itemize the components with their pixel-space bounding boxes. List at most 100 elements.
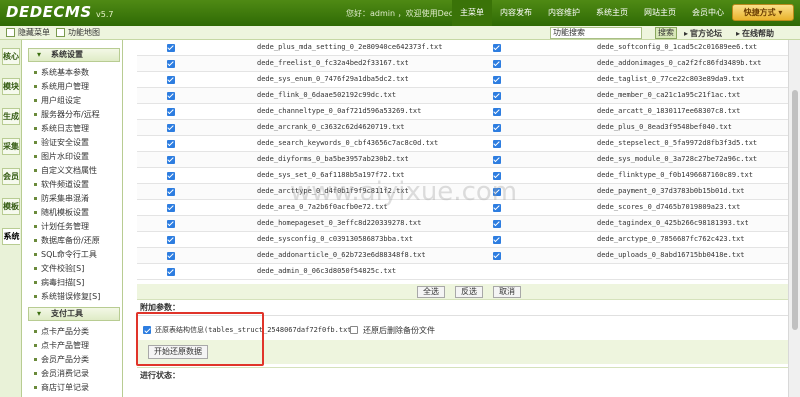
tab-template[interactable]: 模板	[2, 198, 20, 215]
file-name: dede_addonarticle_0_62b723e6d88348f8.txt	[257, 251, 426, 259]
nav-member-center[interactable]: 会员中心	[684, 0, 732, 26]
file-name: dede_area_0_7a2b6f0acfb0e72.txt	[257, 203, 388, 211]
file-checkbox[interactable]	[493, 124, 501, 132]
menu-item[interactable]: 点卡产品管理	[34, 340, 89, 351]
file-checkbox[interactable]	[167, 172, 175, 180]
file-checkbox[interactable]	[493, 92, 501, 100]
file-name: dede_uploads_0_8abd16715bb0418e.txt	[597, 251, 745, 259]
file-name: dede_sysconfig_0_c039130586873bba.txt	[257, 235, 413, 243]
collapse-icon: ▾	[37, 50, 42, 59]
file-checkbox[interactable]	[493, 156, 501, 164]
menu-item[interactable]: 软件频道设置	[34, 179, 89, 190]
arrow-right-icon: ▸	[736, 29, 741, 38]
menu-group-system-settings[interactable]: ▾ 系统设置	[28, 48, 120, 62]
file-checkbox[interactable]	[493, 76, 501, 84]
file-checkbox[interactable]	[493, 108, 501, 116]
search-button[interactable]: 搜索	[655, 27, 677, 39]
menu-item-db-backup[interactable]: 数据库备份/还原	[34, 235, 100, 246]
file-checkbox[interactable]	[167, 188, 175, 196]
hide-menu-button[interactable]: 隐藏菜单	[6, 27, 50, 38]
menu-item[interactable]: 随机模板设置	[34, 207, 89, 218]
select-all-button[interactable]: 全选	[417, 286, 445, 298]
invert-selection-button[interactable]: 反选	[455, 286, 483, 298]
menu-item[interactable]: 病毒扫描[S]	[34, 277, 84, 288]
file-name: dede_stepselect_0_5fa9972d8fb3f3d5.txt	[597, 139, 758, 147]
file-checkbox[interactable]	[493, 44, 501, 52]
site-map-icon	[56, 28, 65, 37]
file-checkbox[interactable]	[167, 140, 175, 148]
file-checkbox[interactable]	[493, 140, 501, 148]
file-name: dede_softconfig_0_1cad5c2c01689ee6.txt	[597, 43, 758, 51]
nav-content-maintain[interactable]: 内容维护	[540, 0, 588, 26]
file-checkbox[interactable]	[493, 220, 501, 228]
file-name: dede_sys_enum_0_7476f29a1dba5dc2.txt	[257, 75, 409, 83]
menu-item[interactable]: 商店订单记录	[34, 382, 89, 393]
file-checkbox[interactable]	[167, 76, 175, 84]
menu-item[interactable]: 会员产品分类	[34, 354, 89, 365]
tab-generate[interactable]: 生成	[2, 108, 20, 125]
help-link[interactable]: ▸ 在线帮助	[736, 28, 774, 39]
file-checkbox[interactable]	[167, 92, 175, 100]
table-row: dede_arcttype_0_d4f0b1f9f9c811f2.txt dede…	[137, 184, 788, 200]
menu-item[interactable]: 会员消费记录	[34, 368, 89, 379]
nav-site-home[interactable]: 网站主页	[636, 0, 684, 26]
file-checkbox[interactable]	[493, 204, 501, 212]
menu-item[interactable]: SQL命令行工具	[34, 249, 97, 260]
tab-core[interactable]: 核心	[2, 48, 20, 65]
file-name: dede_admin_0_06c3d8050f54825c.txt	[257, 267, 397, 275]
file-checkbox[interactable]	[493, 172, 501, 180]
file-checkbox[interactable]	[493, 188, 501, 196]
tab-modules[interactable]: 模块	[2, 78, 20, 95]
menu-item[interactable]: 文件校验[S]	[34, 263, 84, 274]
file-checkbox[interactable]	[167, 156, 175, 164]
file-checkbox[interactable]	[167, 268, 175, 276]
file-name: dede_addonimages_0_ca2f2fc86fd3489b.txt	[597, 59, 762, 67]
file-checkbox[interactable]	[493, 236, 501, 244]
menu-item[interactable]: 系统用户管理	[34, 81, 89, 92]
menu-item[interactable]: 点卡产品分类	[34, 326, 89, 337]
menu-item[interactable]: 系统日志管理	[34, 123, 89, 134]
file-checkbox[interactable]	[167, 124, 175, 132]
nav-main-menu[interactable]: 主菜单	[452, 0, 492, 26]
file-name: dede_member_0_ca21c1a95c21f1ac.txt	[597, 91, 741, 99]
file-checkbox[interactable]	[167, 220, 175, 228]
file-checkbox[interactable]	[167, 236, 175, 244]
file-checkbox[interactable]	[493, 60, 501, 68]
menu-item[interactable]: 服务器分布/远程	[34, 109, 100, 120]
site-map-button[interactable]: 功能地图	[56, 27, 100, 38]
file-checkbox[interactable]	[167, 44, 175, 52]
nav-content-publish[interactable]: 内容发布	[492, 0, 540, 26]
menu-item[interactable]: 验证安全设置	[34, 137, 89, 148]
menu-item[interactable]: 计划任务管理	[34, 221, 89, 232]
nav-system-home[interactable]: 系统主页	[588, 0, 636, 26]
table-row: dede_channeltype_0_0af721d596a53269.txt d…	[137, 104, 788, 120]
tab-member[interactable]: 会员	[2, 168, 20, 185]
menu-item[interactable]: 系统基本参数	[34, 67, 89, 78]
tab-collect[interactable]: 采集	[2, 138, 20, 155]
menu-group-payment[interactable]: ▾ 支付工具	[28, 307, 120, 321]
file-name: dede_arctype_0_7856687fc762c423.txt	[597, 235, 745, 243]
highlight-box	[136, 312, 264, 366]
search-input[interactable]: 功能搜索	[550, 27, 642, 39]
file-name: dede_plus_mda_setting_0_2e80940ce642373f…	[257, 43, 443, 51]
menu-item[interactable]: 用户组设定	[34, 95, 81, 106]
forum-link[interactable]: ▸ 官方论坛	[684, 28, 722, 39]
file-checkbox[interactable]	[167, 252, 175, 260]
table-row: dede_search_keywords_0_cbf43656c7ac8c0d.…	[137, 136, 788, 152]
menu-item[interactable]: 图片水印设置	[34, 151, 89, 162]
collapse-icon: ▾	[37, 309, 42, 318]
menu-item[interactable]: 防采集串混淆	[34, 193, 89, 204]
cancel-selection-button[interactable]: 取消	[493, 286, 521, 298]
quick-menu-button[interactable]: 快捷方式 ▾	[732, 4, 794, 21]
file-checkbox[interactable]	[167, 60, 175, 68]
scrollbar[interactable]	[788, 40, 800, 397]
menu-item[interactable]: 自定义文档属性	[34, 165, 97, 176]
file-checkbox[interactable]	[493, 252, 501, 260]
file-checkbox[interactable]	[167, 108, 175, 116]
file-name: dede_freelist_0_fc32a4bed2f33167.txt	[257, 59, 409, 67]
delete-after-checkbox[interactable]	[350, 326, 358, 334]
scroll-thumb[interactable]	[792, 90, 798, 330]
file-checkbox[interactable]	[167, 204, 175, 212]
menu-item[interactable]: 系统错误修复[S]	[34, 291, 100, 302]
tab-system[interactable]: 系统	[2, 228, 20, 245]
